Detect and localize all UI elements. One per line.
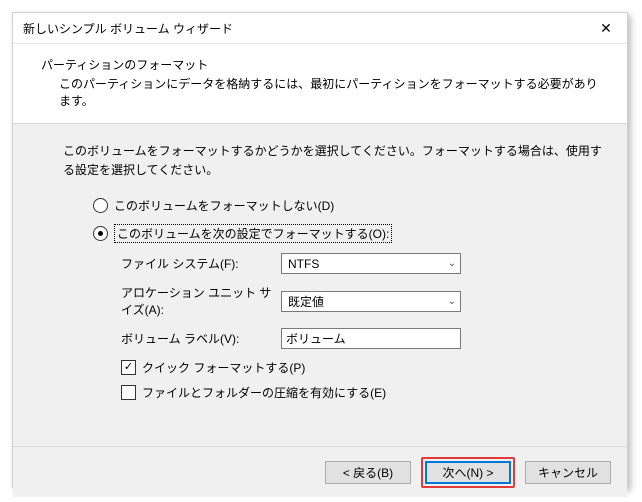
chevron-down-icon: ⌄	[448, 258, 456, 269]
wizard-header: パーティションのフォーマット このパーティションにデータを格納するには、最初にパ…	[13, 44, 627, 117]
page-subheading: このパーティションにデータを格納するには、最初にパーティションをフォーマットする…	[59, 75, 609, 109]
option-format-with-label: このボリュームを次の設定でフォーマットする(O):	[114, 224, 392, 243]
window-title: 新しいシンプル ボリューム ウィザード	[23, 20, 233, 37]
filesystem-value: NTFS	[288, 257, 319, 271]
filesystem-label: ファイル システム(F):	[121, 255, 281, 272]
option-no-format-label: このボリュームをフォーマットしない(D)	[114, 197, 334, 214]
titlebar: 新しいシンプル ボリューム ウィザード ✕	[13, 13, 627, 44]
filesystem-dropdown[interactable]: NTFS ⌄	[281, 253, 461, 274]
close-icon: ✕	[600, 20, 612, 37]
back-button[interactable]: < 戻る(B)	[325, 461, 411, 484]
radio-icon	[93, 198, 108, 213]
volume-label-label: ボリューム ラベル(V):	[121, 330, 281, 347]
checkbox-quick-format[interactable]: クイック フォーマットする(P)	[121, 359, 603, 376]
quick-format-label: クイック フォーマットする(P)	[142, 359, 305, 376]
checkbox-icon	[121, 385, 136, 400]
wizard-window: 新しいシンプル ボリューム ウィザード ✕ パーティションのフォーマット このパ…	[12, 12, 628, 488]
next-button-highlight: 次へ(N) >	[421, 457, 515, 488]
row-filesystem: ファイル システム(F): NTFS ⌄	[121, 253, 603, 274]
cancel-button-label: キャンセル	[538, 464, 598, 481]
compression-label: ファイルとフォルダーの圧縮を有効にする(E)	[142, 384, 386, 401]
format-settings: ファイル システム(F): NTFS ⌄ アロケーション ユニット サイズ(A)…	[121, 253, 603, 349]
row-volume-label: ボリューム ラベル(V):	[121, 328, 603, 349]
back-button-label: < 戻る(B)	[343, 464, 393, 481]
instruction-text: このボリュームをフォーマットするかどうかを選択してください。フォーマットする場合…	[63, 142, 603, 179]
radio-icon	[93, 226, 108, 241]
row-allocation-unit: アロケーション ユニット サイズ(A): 既定値 ⌄	[121, 284, 603, 318]
allocation-unit-value: 既定値	[288, 293, 324, 310]
option-no-format[interactable]: このボリュームをフォーマットしない(D)	[93, 197, 603, 214]
option-format-with-settings[interactable]: このボリュームを次の設定でフォーマットする(O):	[93, 224, 603, 243]
allocation-unit-label: アロケーション ユニット サイズ(A):	[121, 284, 281, 318]
next-button[interactable]: 次へ(N) >	[425, 461, 511, 484]
next-button-label: 次へ(N) >	[442, 464, 493, 481]
wizard-footer: < 戻る(B) 次へ(N) > キャンセル	[13, 446, 627, 497]
format-options: このボリュームをフォーマットしない(D) このボリュームを次の設定でフォーマット…	[93, 197, 603, 243]
close-button[interactable]: ✕	[585, 13, 627, 43]
wizard-body: このボリュームをフォーマットするかどうかを選択してください。フォーマットする場合…	[13, 124, 627, 446]
page-heading: パーティションのフォーマット	[41, 56, 609, 73]
chevron-down-icon: ⌄	[448, 296, 456, 307]
checkbox-compression[interactable]: ファイルとフォルダーの圧縮を有効にする(E)	[121, 384, 603, 401]
checkbox-icon	[121, 360, 136, 375]
format-checkboxes: クイック フォーマットする(P) ファイルとフォルダーの圧縮を有効にする(E)	[121, 359, 603, 401]
cancel-button[interactable]: キャンセル	[525, 461, 611, 484]
volume-label-input[interactable]	[281, 328, 461, 349]
allocation-unit-dropdown[interactable]: 既定値 ⌄	[281, 291, 461, 312]
